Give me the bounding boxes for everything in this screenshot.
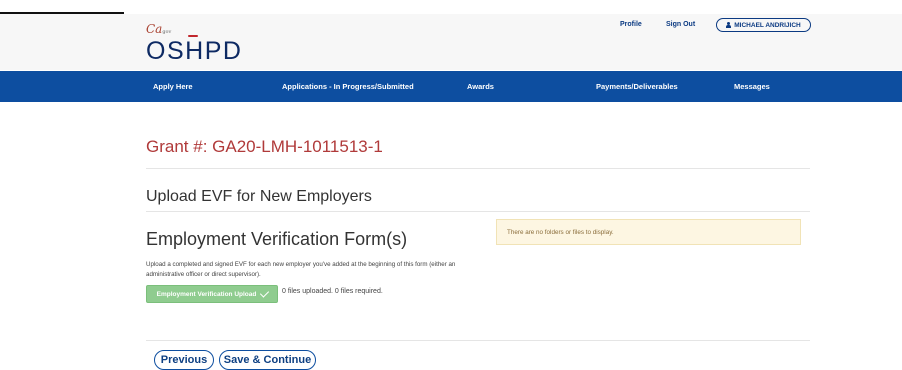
nav-awards[interactable]: Awards (467, 82, 494, 91)
header: Cagov OSHPD Profile Sign Out MICHAEL AND… (0, 14, 902, 70)
profile-link[interactable]: Profile (620, 21, 642, 28)
no-files-alert: There are no folders or files to display… (496, 219, 801, 245)
divider (146, 168, 810, 169)
divider (146, 340, 810, 341)
ca-gov-logo-text: Ca (146, 22, 163, 36)
ca-gov-logo-sub: gov (162, 29, 172, 35)
form-description: Upload a completed and signed EVF for ea… (146, 261, 456, 278)
section-title: Upload EVF for New Employers (146, 188, 372, 205)
user-menu-button[interactable]: MICHAEL ANDRIJICH (716, 18, 811, 32)
main-nav: Apply Here Applications - In Progress/Su… (0, 71, 902, 102)
save-continue-button[interactable]: Save & Continue (219, 350, 316, 370)
oshpd-logo-h: H (185, 35, 205, 65)
upload-button-label: Employment Verification Upload (156, 290, 257, 298)
user-name: MICHAEL ANDRIJICH (734, 21, 801, 29)
upload-status: 0 files uploaded. 0 files required. (282, 288, 383, 295)
nav-apply-here[interactable]: Apply Here (153, 82, 193, 91)
oshpd-logo-suffix: PD (204, 37, 243, 65)
top-rule (0, 0, 902, 14)
divider (146, 211, 810, 212)
grant-title: Grant #: GA20-LMH-1011513-1 (146, 137, 383, 156)
oshpd-logo-prefix: OS (146, 37, 186, 65)
nav-messages[interactable]: Messages (734, 82, 770, 91)
check-icon (260, 287, 270, 298)
sign-out-link[interactable]: Sign Out (666, 21, 695, 28)
employment-verification-upload-button[interactable]: Employment Verification Upload (146, 285, 278, 303)
ca-gov-logo[interactable]: Cagov (146, 22, 171, 36)
oshpd-logo[interactable]: OSHPD (146, 35, 243, 66)
form-title: Employment Verification Form(s) (146, 229, 408, 249)
previous-button[interactable]: Previous (154, 350, 214, 370)
user-icon (726, 22, 732, 28)
nav-payments-deliverables[interactable]: Payments/Deliverables (596, 82, 678, 91)
nav-applications[interactable]: Applications - In Progress/Submitted (282, 82, 414, 91)
